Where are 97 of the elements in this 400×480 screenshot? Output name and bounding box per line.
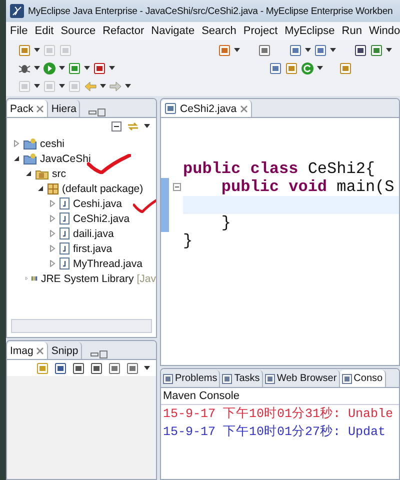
caret-icon[interactable] bbox=[386, 48, 392, 52]
editor-tab[interactable]: CeShi2.java bbox=[161, 100, 252, 117]
collapse-all-icon[interactable] bbox=[111, 120, 122, 132]
tree-item[interactable]: MyThread.java bbox=[7, 256, 156, 271]
collapsed-arrow-icon[interactable] bbox=[13, 140, 20, 147]
maximize-icon[interactable] bbox=[99, 350, 108, 359]
caret-icon[interactable] bbox=[109, 66, 115, 70]
menu-item[interactable]: Run bbox=[342, 25, 362, 37]
collapsed-arrow-icon[interactable] bbox=[49, 260, 56, 267]
project-icon bbox=[23, 152, 37, 164]
caret-icon[interactable] bbox=[59, 84, 65, 88]
view-tab[interactable]: Problems bbox=[161, 370, 220, 387]
tree-item[interactable]: CeShi2.java bbox=[7, 211, 156, 226]
view-tab[interactable]: Web Browser bbox=[262, 370, 340, 387]
tree-item[interactable]: ceshi bbox=[7, 136, 156, 151]
caret-icon[interactable] bbox=[84, 66, 90, 70]
view-tab[interactable]: Conso bbox=[340, 370, 386, 387]
tree-item[interactable]: (default package) bbox=[7, 181, 156, 196]
view-tab[interactable]: Pack bbox=[7, 100, 48, 117]
code-line: } bbox=[220, 214, 232, 232]
expanded-arrow-icon[interactable] bbox=[25, 170, 32, 177]
tool-icon[interactable] bbox=[314, 44, 327, 56]
collapsed-arrow-icon[interactable] bbox=[49, 245, 56, 252]
console-title: Maven Console bbox=[161, 388, 399, 405]
menu-item[interactable]: Project bbox=[243, 25, 278, 37]
horizontal-scrollbar[interactable] bbox=[11, 319, 152, 333]
range-indicator bbox=[161, 178, 169, 232]
tool-icon[interactable] bbox=[269, 62, 282, 74]
caret-icon[interactable] bbox=[34, 48, 40, 52]
tree-item[interactable]: first.java bbox=[7, 241, 156, 256]
close-icon[interactable] bbox=[240, 104, 248, 112]
console-line: 15-9-17 下午10时01分27秒: Updat bbox=[162, 424, 387, 441]
tree-item[interactable]: Ceshi.java bbox=[7, 196, 156, 211]
close-icon[interactable] bbox=[36, 104, 44, 112]
minimize-icon[interactable] bbox=[88, 108, 98, 117]
view-icon bbox=[222, 374, 232, 384]
project-icon bbox=[23, 138, 37, 150]
app-logo-icon bbox=[10, 4, 24, 18]
view-icon bbox=[163, 374, 173, 384]
tree-item[interactable]: JRE System Library [Jav bbox=[7, 271, 156, 286]
expanded-arrow-icon[interactable] bbox=[13, 155, 20, 162]
tool-icon[interactable] bbox=[258, 44, 271, 56]
java-file-icon bbox=[59, 227, 70, 240]
menu-item[interactable]: Refactor bbox=[102, 25, 144, 37]
tool-icon[interactable] bbox=[354, 44, 367, 56]
play-icon[interactable] bbox=[43, 62, 56, 74]
menu-item[interactable]: Search bbox=[202, 25, 236, 37]
menu-item[interactable]: Source bbox=[60, 25, 96, 37]
window-title: MyEclipse Java Enterprise - JavaCeShi/src/CeShi2.java - MyEclipse Enterprise Workben bbox=[28, 6, 393, 16]
console-line: 15-9-17 下午10时01分31秒: Unable bbox=[162, 406, 394, 423]
caret-icon[interactable] bbox=[34, 66, 40, 70]
caret-icon[interactable] bbox=[234, 48, 240, 52]
caret-icon[interactable] bbox=[305, 48, 311, 52]
tree-item[interactable]: daili.java bbox=[7, 226, 156, 241]
maximize-icon[interactable] bbox=[97, 108, 106, 117]
close-icon[interactable] bbox=[36, 346, 44, 354]
tree-item-decoration: [Jav bbox=[136, 272, 156, 284]
menu-item[interactable]: File bbox=[10, 25, 28, 37]
menu-item[interactable]: Navigate bbox=[151, 25, 195, 37]
expanded-arrow-icon[interactable] bbox=[37, 185, 44, 192]
minimize-icon[interactable] bbox=[90, 350, 100, 359]
java-file-icon bbox=[59, 257, 70, 270]
collapsed-arrow-icon[interactable] bbox=[49, 215, 56, 222]
collapsed-arrow-icon[interactable] bbox=[49, 200, 56, 207]
caret-icon[interactable] bbox=[144, 366, 150, 370]
code-line: public void main(S bbox=[220, 178, 396, 196]
caret-icon[interactable] bbox=[34, 84, 40, 88]
code-line: } bbox=[183, 232, 194, 250]
java-file-icon bbox=[59, 197, 70, 210]
collapsed-arrow-icon[interactable] bbox=[49, 230, 56, 237]
caret-icon[interactable] bbox=[100, 84, 106, 88]
package-icon bbox=[47, 182, 59, 194]
java-file-icon[interactable] bbox=[164, 102, 177, 115]
menu-item[interactable]: MyEclipse bbox=[284, 25, 335, 37]
collapsed-arrow-icon[interactable] bbox=[25, 275, 28, 282]
caret-icon[interactable] bbox=[317, 66, 323, 70]
java-file-icon bbox=[59, 212, 70, 225]
menu-item[interactable]: Edit bbox=[34, 25, 54, 37]
view-icon bbox=[342, 374, 352, 384]
tool-icon[interactable] bbox=[370, 44, 383, 56]
refresh-icon[interactable] bbox=[301, 62, 314, 74]
tree-item[interactable]: src bbox=[7, 166, 156, 181]
tool-icon[interactable] bbox=[289, 44, 302, 56]
source-folder-icon bbox=[35, 168, 49, 180]
view-tab[interactable]: Imag bbox=[7, 342, 48, 359]
tree-item[interactable]: JavaCeShi bbox=[7, 151, 156, 166]
view-tab[interactable]: Tasks bbox=[220, 370, 263, 387]
view-icon bbox=[264, 374, 275, 384]
code-line: public class CeShi2{ bbox=[183, 160, 376, 178]
check-mark bbox=[133, 197, 156, 213]
caret-icon[interactable] bbox=[125, 84, 131, 88]
caret-icon[interactable] bbox=[330, 48, 336, 52]
java-file-icon bbox=[59, 242, 70, 255]
caret-icon[interactable] bbox=[144, 124, 150, 128]
menu-item[interactable]: Windo bbox=[368, 25, 400, 37]
caret-icon[interactable] bbox=[59, 66, 65, 70]
fold-icon[interactable] bbox=[173, 183, 181, 191]
